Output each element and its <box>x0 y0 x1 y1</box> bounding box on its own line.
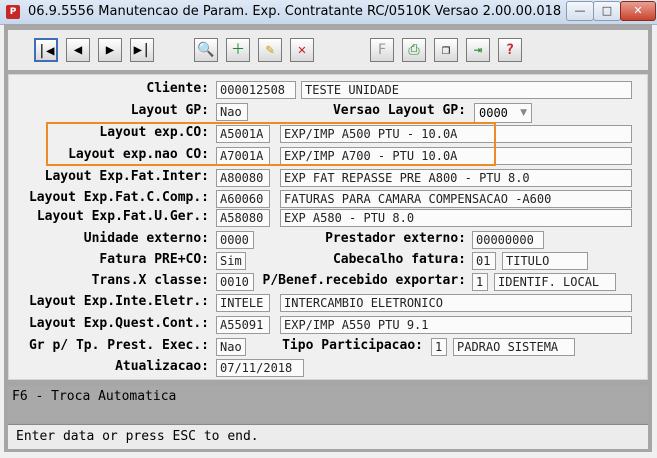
layout-fat-comp-label: Layout Exp.Fat.C.Comp.: <box>28 190 209 205</box>
tipo-participacao-label: Tipo Participacao: <box>282 338 423 353</box>
copy-button[interactable]: ❐ <box>434 38 458 62</box>
add-record-button[interactable]: ＋ <box>226 38 250 62</box>
gr-tp-prest-label: Gr p/ Tp. Prest. Exec.: <box>28 338 209 353</box>
message-text: F6 - Troca Automatica <box>12 389 177 404</box>
layout-quest-cont-code-field[interactable]: A55091 <box>216 316 270 334</box>
cabecalho-fatura-desc-field: TITULO <box>502 252 588 270</box>
fatura-pre-co-field[interactable]: Sim <box>216 252 246 270</box>
next-record-icon: ▶ <box>105 42 115 58</box>
layout-gp-label: Layout GP: <box>130 103 209 118</box>
copy-icon: ❐ <box>441 42 451 58</box>
add-record-icon: ＋ <box>231 42 245 58</box>
delete-record-icon: ✕ <box>297 42 307 58</box>
highlight-box <box>46 122 496 166</box>
progress-icon: P <box>6 5 20 19</box>
tipo-participacao-code-field[interactable]: 1 <box>431 338 447 356</box>
fatura-pre-co-label: Fatura PRE+CO: <box>99 252 209 267</box>
chevron-down-icon: ▼ <box>520 108 527 118</box>
layout-quest-cont-desc-field: EXP/IMP A550 PTU 9.1 <box>280 316 632 334</box>
exit-icon: ⇥ <box>473 42 483 58</box>
versao-layout-gp-select[interactable]: 0000 ▼ <box>474 103 532 123</box>
window-title: 06.9.5556 Manutencao de Param. Exp. Cont… <box>28 4 650 19</box>
layout-fat-inter-label: Layout Exp.Fat.Inter: <box>44 169 209 184</box>
versao-layout-gp-value: 0000 <box>479 106 508 120</box>
maximize-button[interactable]: □ <box>593 1 621 21</box>
gr-tp-prest-field[interactable]: Nao <box>216 338 246 356</box>
layout-fat-comp-code-field[interactable]: A60060 <box>216 190 270 208</box>
close-button[interactable]: ✕ <box>620 1 656 21</box>
p-benef-desc-field: IDENTIF. LOCAL <box>494 273 616 291</box>
layout-inte-eletr-code-field[interactable]: INTELE <box>216 294 270 312</box>
first-record-icon: |◀ <box>37 43 55 59</box>
previous-record-icon: ◀ <box>73 42 83 58</box>
trans-classe-label: Trans.X classe: <box>91 273 209 288</box>
versao-layout-gp-label: Versao Layout GP: <box>332 103 466 118</box>
search-icon: 🔍 <box>197 42 215 58</box>
layout-fat-uger-label: Layout Exp.Fat.U.Ger.: <box>36 209 209 224</box>
p-benef-code-field[interactable]: 1 <box>472 273 488 291</box>
search-button[interactable]: 🔍 <box>194 38 218 62</box>
layout-fat-comp-desc-field: FATURAS PARA CAMARA COMPENSACAO -A600 <box>280 190 632 208</box>
p-benef-label: P/Benef.recebido exportar: <box>262 273 467 288</box>
trans-classe-field[interactable]: 0010 <box>216 273 254 291</box>
edit-record-icon: ✎ <box>265 42 275 58</box>
edit-record-button[interactable]: ✎ <box>258 38 282 62</box>
cabecalho-fatura-code-field[interactable]: 01 <box>472 252 496 270</box>
layout-inte-eletr-label: Layout Exp.Inte.Eletr.: <box>28 294 209 309</box>
layout-fat-inter-code-field[interactable]: A80080 <box>216 169 270 187</box>
cliente-desc-field: TESTE UNIDADE <box>301 81 632 99</box>
atualizacao-label: Atualizacao: <box>115 359 209 374</box>
print-button[interactable]: ⎙ <box>402 38 426 62</box>
form-panel <box>8 74 648 380</box>
help-icon: ? <box>505 42 515 58</box>
layout-fat-uger-desc-field: EXP A580 - PTU 8.0 <box>280 209 632 227</box>
filter-button[interactable]: F <box>370 38 394 62</box>
delete-record-button[interactable]: ✕ <box>290 38 314 62</box>
last-record-icon: ▶| <box>133 42 151 58</box>
cliente-code-field[interactable]: 000012508 <box>216 81 296 99</box>
previous-record-button[interactable]: ◀ <box>66 38 90 62</box>
tipo-participacao-desc-field: PADRAO SISTEMA <box>453 338 575 356</box>
minimize-button[interactable]: — <box>566 1 594 21</box>
cabecalho-fatura-label: Cabecalho fatura: <box>332 252 466 267</box>
layout-fat-inter-desc-field: EXP FAT REPASSE PRE A800 - PTU 8.0 <box>280 169 632 187</box>
unidade-externo-label: Unidade externo: <box>83 231 209 246</box>
exit-button[interactable]: ⇥ <box>466 38 490 62</box>
layout-quest-cont-label: Layout Exp.Quest.Cont.: <box>28 316 209 331</box>
title-bar: P 06.9.5556 Manutencao de Param. Exp. Co… <box>0 0 657 25</box>
last-record-button[interactable]: ▶| <box>130 38 154 62</box>
unidade-externo-field[interactable]: 0000 <box>216 231 254 249</box>
print-icon: ⎙ <box>408 42 420 58</box>
prestador-externo-label: Prestador externo: <box>325 231 466 246</box>
filter-icon: F <box>377 42 387 58</box>
first-record-button[interactable]: |◀ <box>34 38 58 62</box>
toolbar: |◀ ◀ ▶ ▶| 🔍 ＋ ✎ ✕ F ⎙ ❐ ⇥ ? <box>8 30 648 70</box>
cliente-label: Cliente: <box>146 81 209 96</box>
prestador-externo-field[interactable]: 00000000 <box>472 231 544 249</box>
layout-inte-eletr-desc-field: INTERCAMBIO ELETRONICO <box>280 294 632 312</box>
next-record-button[interactable]: ▶ <box>98 38 122 62</box>
layout-fat-uger-code-field[interactable]: A58080 <box>216 209 270 227</box>
help-button[interactable]: ? <box>498 38 522 62</box>
atualizacao-field: 07/11/2018 <box>216 359 304 377</box>
status-text: Enter data or press ESC to end. <box>16 429 259 444</box>
layout-gp-field[interactable]: Nao <box>216 103 248 121</box>
